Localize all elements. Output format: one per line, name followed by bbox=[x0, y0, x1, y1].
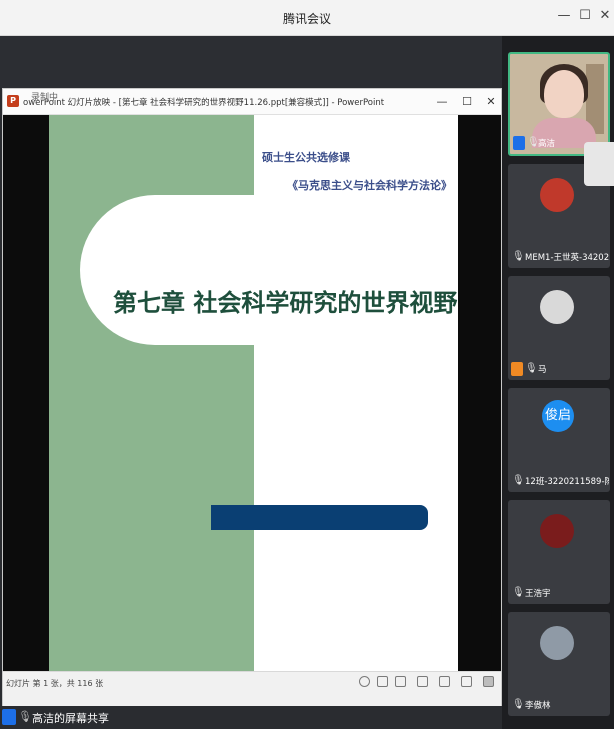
avatar bbox=[540, 178, 574, 212]
shared-screen-top bbox=[0, 36, 502, 88]
slide-title-band bbox=[80, 195, 458, 345]
powerpoint-icon: P bbox=[7, 95, 19, 107]
slide[interactable]: 硕士生公共选修课 《马克思主义与社会科学方法论》 第七章 社会科学研究的世界视野 bbox=[49, 115, 458, 671]
slide-decor-bar bbox=[211, 505, 428, 530]
app-title: 腾讯会议 bbox=[282, 12, 331, 26]
avatar bbox=[540, 626, 574, 660]
participant-tile[interactable]: 🎙 李傲林 bbox=[508, 612, 610, 716]
participant-name: 王浩宇 bbox=[525, 589, 551, 599]
powerpoint-window: P owerPoint 幻灯片放映 - [第七章 社会科学研究的世界视野11.2… bbox=[2, 88, 502, 721]
slide-viewport: 硕士生公共选修课 《马克思主义与社会科学方法论》 第七章 社会科学研究的世界视野 bbox=[3, 115, 501, 671]
fit-window-icon[interactable] bbox=[483, 676, 494, 687]
shared-screen-area: P owerPoint 幻灯片放映 - [第七章 社会科学研究的世界视野11.2… bbox=[0, 36, 502, 729]
recording-label: 录制中 bbox=[31, 93, 59, 103]
participant-name: MEM1-王世英-3420210... bbox=[525, 253, 609, 263]
slide-course-type: 硕士生公共选修课 bbox=[262, 151, 350, 164]
notes-icon[interactable] bbox=[359, 676, 370, 687]
screen-share-label: 高洁的屏幕共享 bbox=[32, 712, 109, 725]
user-icon bbox=[2, 709, 16, 725]
side-panel-tab[interactable] bbox=[584, 142, 614, 186]
avatar bbox=[540, 290, 574, 324]
participant-tile[interactable]: 俊启 🎙 12班-3220211589-陈俊启 bbox=[508, 388, 610, 492]
microphone-icon[interactable]: 🎙 bbox=[18, 710, 32, 724]
microphone-muted-icon: 🎙 bbox=[512, 251, 525, 262]
normal-view-icon[interactable] bbox=[395, 676, 406, 687]
ppt-window-title: owerPoint 幻灯片放映 - [第七章 社会科学研究的世界视野11.26.… bbox=[23, 98, 385, 108]
microphone-icon: 🎙 bbox=[527, 137, 540, 148]
participant-tile[interactable]: 🎙 王浩宇 bbox=[508, 500, 610, 604]
avatar: 俊启 bbox=[542, 400, 574, 432]
maximize-button[interactable]: ☐ bbox=[578, 9, 592, 23]
close-button[interactable]: ✕ bbox=[598, 9, 612, 23]
minimize-button[interactable]: — bbox=[557, 9, 571, 23]
participant-gallery: 🎙 高洁 🎙 MEM1-王世英-3420210... 🎙 马 俊启 🎙 12班-… bbox=[502, 36, 614, 729]
microphone-muted-icon: 🎙 bbox=[525, 363, 538, 374]
title-bar: 腾讯会议 — ☐ ✕ bbox=[0, 0, 614, 36]
participant-face bbox=[544, 70, 584, 118]
participant-name: 李傲林 bbox=[525, 701, 551, 711]
microphone-muted-icon: 🎙 bbox=[512, 475, 525, 486]
ppt-maximize-button[interactable]: ☐ bbox=[460, 95, 474, 108]
microphone-muted-icon: 🎙 bbox=[512, 587, 525, 598]
comments-icon[interactable] bbox=[377, 676, 388, 687]
slideshow-view-icon[interactable] bbox=[461, 676, 472, 687]
ppt-minimize-button[interactable]: — bbox=[435, 95, 449, 108]
ppt-title-bar: P owerPoint 幻灯片放映 - [第七章 社会科学研究的世界视野11.2… bbox=[3, 89, 501, 115]
screen-share-footer: 🎙 高洁的屏幕共享 bbox=[0, 706, 502, 729]
participant-tile[interactable]: 🎙 马 bbox=[508, 276, 610, 380]
slide-counter: 幻灯片 第 1 张，共 116 张 bbox=[6, 679, 104, 688]
user-icon bbox=[511, 362, 523, 376]
slide-sorter-icon[interactable] bbox=[417, 676, 428, 687]
microphone-muted-icon: 🎙 bbox=[512, 699, 525, 710]
avatar bbox=[540, 514, 574, 548]
slide-heading: 第七章 社会科学研究的世界视野 bbox=[113, 288, 458, 317]
slide-course-name: 《马克思主义与社会科学方法论》 bbox=[287, 179, 452, 192]
participant-tile[interactable]: 🎙 高洁 bbox=[508, 52, 610, 156]
participant-name: 12班-3220211589-陈俊启 bbox=[525, 477, 609, 487]
reading-view-icon[interactable] bbox=[439, 676, 450, 687]
ppt-close-button[interactable]: ✕ bbox=[484, 95, 498, 108]
host-icon bbox=[513, 136, 525, 150]
participant-name: 马 bbox=[538, 365, 547, 375]
